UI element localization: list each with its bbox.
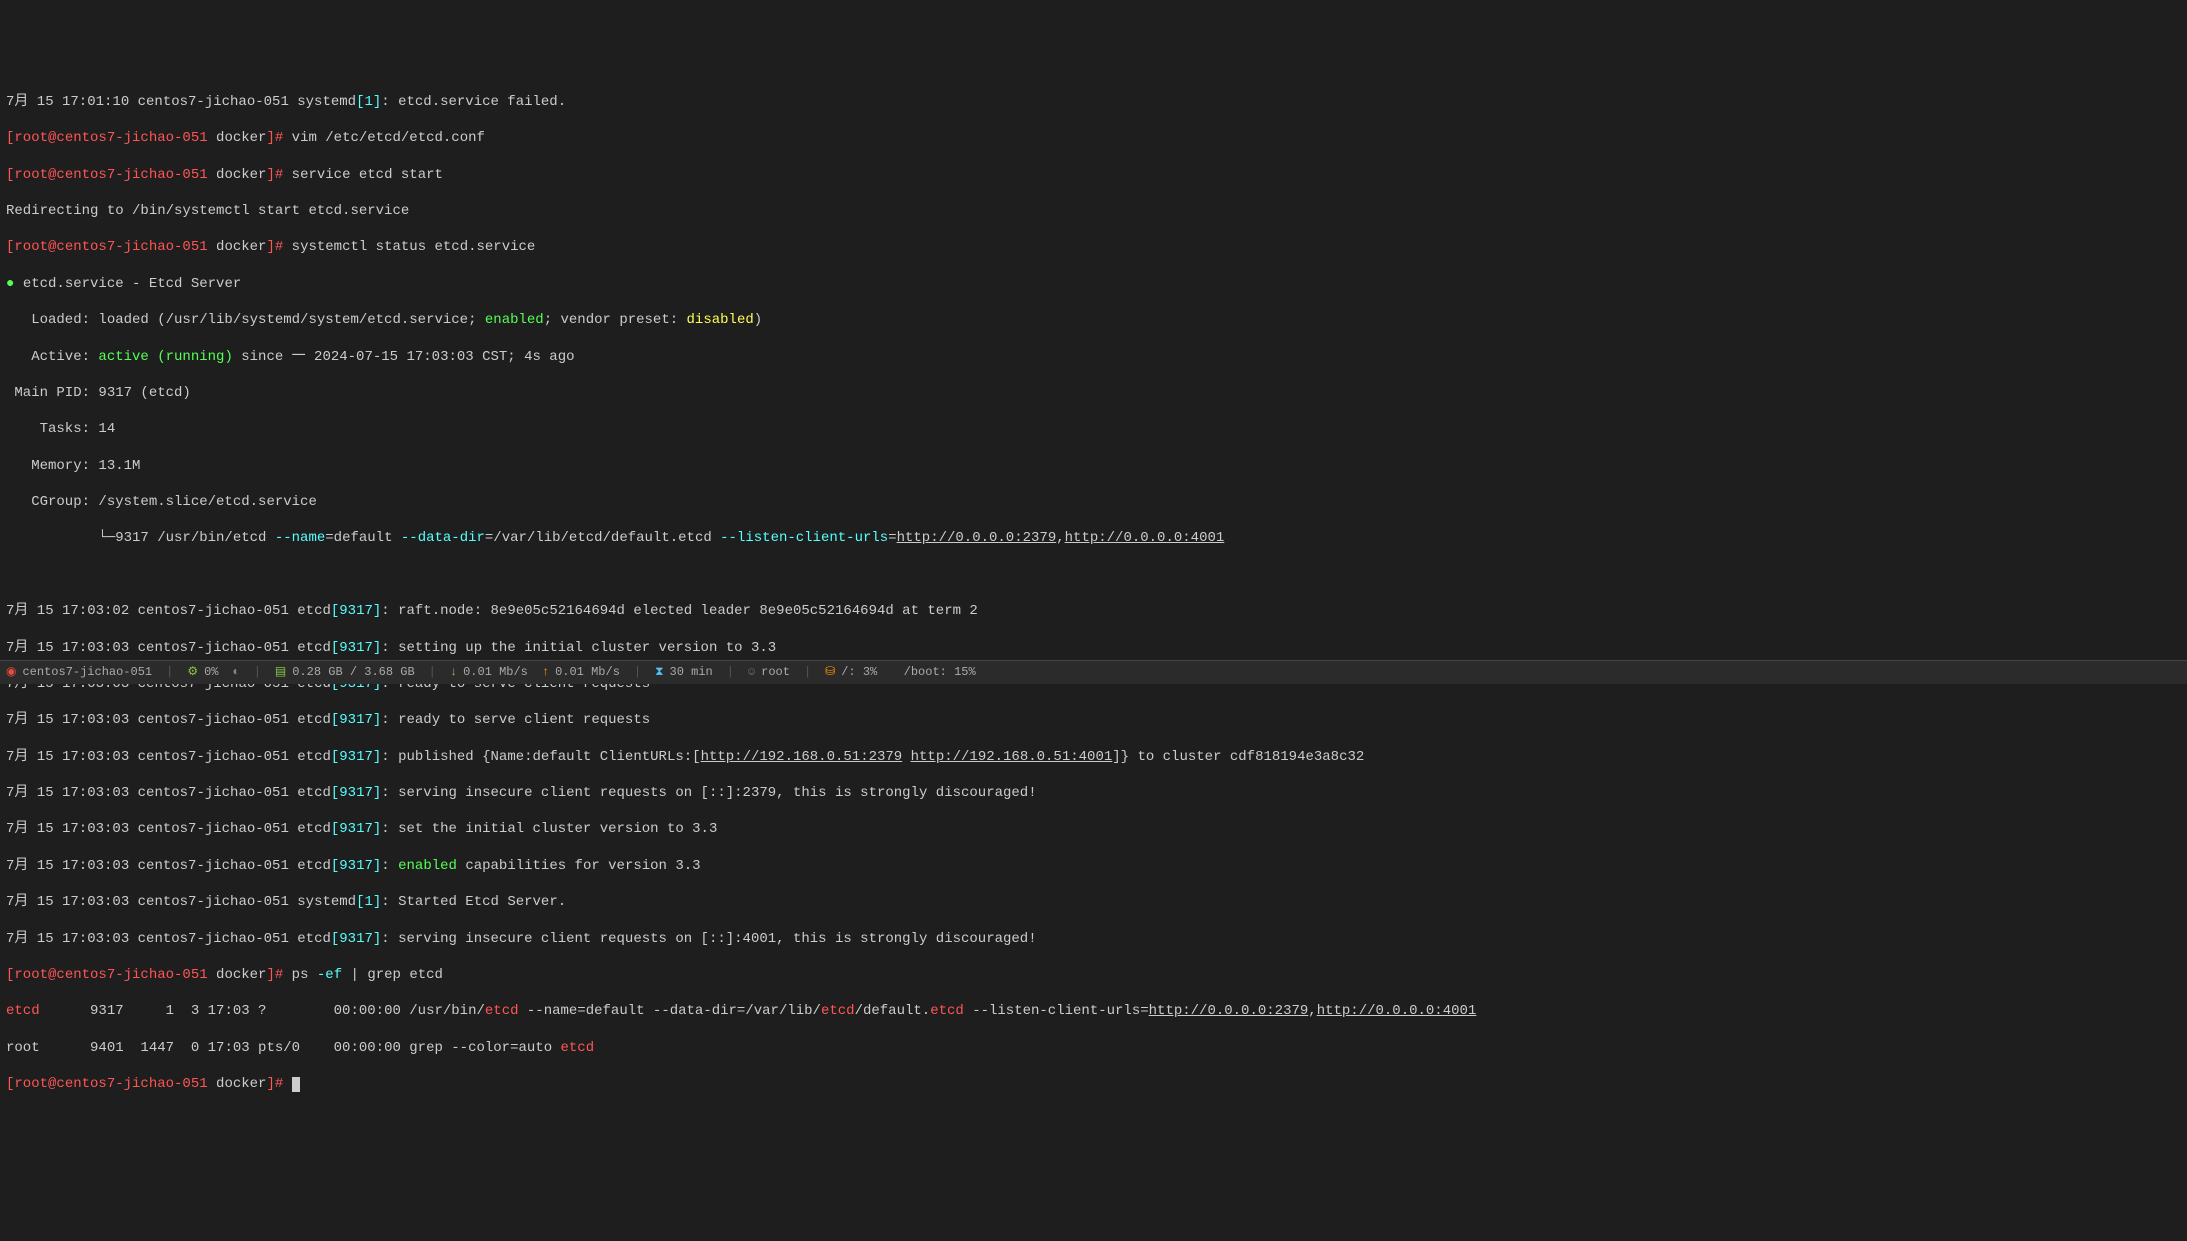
status-net-up: ↑0.01 Mb/s xyxy=(542,665,620,681)
user-icon: ☺ xyxy=(748,665,755,681)
log-line: 7月 15 17:03:03 centos7-jichao-051 etcd[9… xyxy=(6,784,2181,802)
clock-icon: ⧗ xyxy=(655,665,663,681)
ps-line: etcd 9317 1 3 17:03 ? 00:00:00 /usr/bin/… xyxy=(6,1002,2181,1020)
status-bar: ◉centos7-jichao-051 | ⚙0% ◐ | ▤0.28 GB /… xyxy=(0,660,2187,684)
log-line: 7月 15 17:03:03 centos7-jichao-051 etcd[9… xyxy=(6,639,2181,657)
status-uptime: ⧗30 min xyxy=(655,665,713,681)
gauge-icon: ◐ xyxy=(232,665,239,681)
prompt-line: [root@centos7-jichao-051 docker]# ps -ef… xyxy=(6,966,2181,984)
log-line: 7月 15 17:01:10 centos7-jichao-051 system… xyxy=(6,93,2181,111)
status-net-down: ↓0.01 Mb/s xyxy=(450,665,528,681)
service-header: ● etcd.service - Etcd Server xyxy=(6,275,2181,293)
log-line: 7月 15 17:03:03 centos7-jichao-051 etcd[9… xyxy=(6,857,2181,875)
log-line: 7月 15 17:03:03 centos7-jichao-051 etcd[9… xyxy=(6,711,2181,729)
upload-icon: ↑ xyxy=(542,665,549,681)
download-icon: ↓ xyxy=(450,665,457,681)
cpu-icon: ⚙ xyxy=(187,665,198,681)
prompt-line: [root@centos7-jichao-051 docker]# vim /e… xyxy=(6,129,2181,147)
status-mem: ▤0.28 GB / 3.68 GB xyxy=(275,665,415,681)
active-line: Active: active (running) since 一 2024-07… xyxy=(6,348,2181,366)
prompt-line[interactable]: [root@centos7-jichao-051 docker]# xyxy=(6,1075,2181,1093)
status-cpu: ⚙0% xyxy=(187,665,218,681)
cgroup-line: CGroup: /system.slice/etcd.service xyxy=(6,493,2181,511)
status-host: ◉centos7-jichao-051 xyxy=(6,665,152,681)
log-line: 7月 15 17:03:02 centos7-jichao-051 etcd[9… xyxy=(6,602,2181,620)
output-line: Redirecting to /bin/systemctl start etcd… xyxy=(6,202,2181,220)
terminal-output[interactable]: 7月 15 17:01:10 centos7-jichao-051 system… xyxy=(6,75,2181,1112)
log-line: 7月 15 17:03:03 centos7-jichao-051 etcd[9… xyxy=(6,930,2181,948)
centos-icon: ◉ xyxy=(6,665,16,681)
memory-icon: ▤ xyxy=(275,665,286,681)
status-gauge: ◐ xyxy=(232,665,239,681)
tasks-line: Tasks: 14 xyxy=(6,420,2181,438)
cgroup-proc-line: └─9317 /usr/bin/etcd --name=default --da… xyxy=(6,529,2181,547)
loaded-line: Loaded: loaded (/usr/lib/systemd/system/… xyxy=(6,311,2181,329)
memory-line: Memory: 13.1M xyxy=(6,457,2181,475)
status-user: ☺root xyxy=(748,665,790,681)
log-line: 7月 15 17:03:03 centos7-jichao-051 etcd[9… xyxy=(6,748,2181,766)
log-line: 7月 15 17:03:03 centos7-jichao-051 etcd[9… xyxy=(6,820,2181,838)
disk-icon: ⛁ xyxy=(825,665,835,681)
status-disk: ⛁/: 3% /boot: 15% xyxy=(825,665,976,681)
status-dot-icon: ● xyxy=(6,276,23,292)
blank-line xyxy=(6,566,2181,584)
mainpid-line: Main PID: 9317 (etcd) xyxy=(6,384,2181,402)
prompt-line: [root@centos7-jichao-051 docker]# servic… xyxy=(6,166,2181,184)
cursor-icon xyxy=(292,1077,300,1092)
ps-line: root 9401 1447 0 17:03 pts/0 00:00:00 gr… xyxy=(6,1039,2181,1057)
log-line: 7月 15 17:03:03 centos7-jichao-051 system… xyxy=(6,893,2181,911)
prompt-line: [root@centos7-jichao-051 docker]# system… xyxy=(6,238,2181,256)
